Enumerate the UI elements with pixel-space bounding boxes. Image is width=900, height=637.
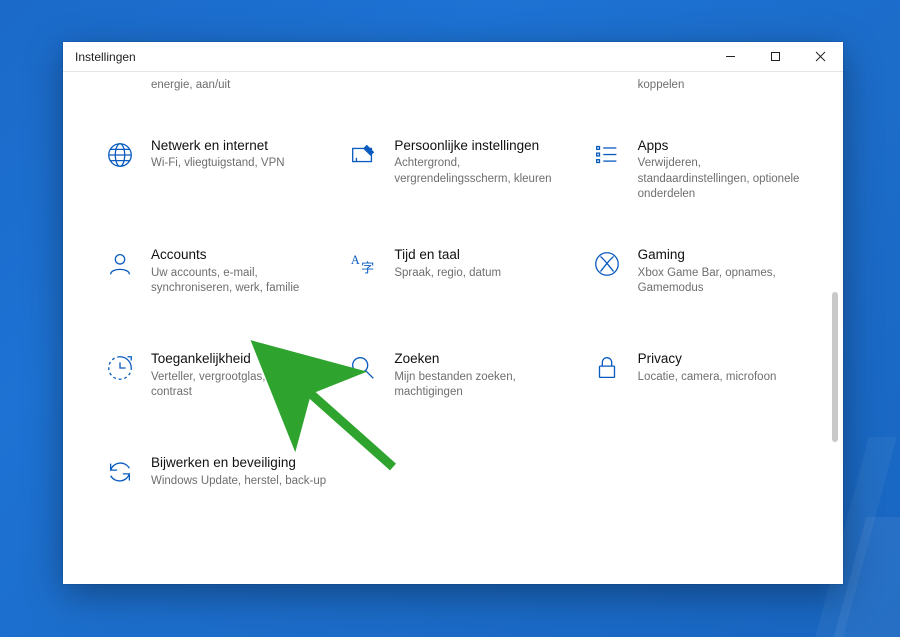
tile-desc: Verwijderen, standaardinstellingen, opti… bbox=[638, 156, 815, 203]
globe-icon bbox=[103, 138, 137, 172]
minimize-button[interactable] bbox=[708, 42, 753, 72]
tile-desc: Locatie, camera, microfoon bbox=[638, 370, 777, 386]
maximize-button[interactable] bbox=[753, 42, 798, 72]
scrollbar-track[interactable] bbox=[833, 82, 841, 574]
tile-title: Tijd en taal bbox=[394, 247, 501, 264]
desktop-background: Instellingen energie, aan/uit koppelen bbox=[0, 0, 900, 637]
partial-row: energie, aan/uit koppelen bbox=[103, 78, 815, 94]
tile-accounts[interactable]: Accounts Uw accounts, e-mail, synchronis… bbox=[103, 247, 328, 307]
tile-desc: Achtergrond, vergrendelingsscherm, kleur… bbox=[394, 156, 571, 187]
svg-text:字: 字 bbox=[361, 260, 374, 275]
window-title: Instellingen bbox=[63, 50, 708, 64]
tile-desc: Wi-Fi, vliegtuigstand, VPN bbox=[151, 156, 285, 172]
settings-content: energie, aan/uit koppelen Netwerk en int… bbox=[63, 72, 843, 584]
partial-phone-desc: koppelen bbox=[590, 78, 815, 94]
settings-window: Instellingen energie, aan/uit koppelen bbox=[63, 42, 843, 584]
tile-desc: Uw accounts, e-mail, synchroniseren, wer… bbox=[151, 266, 328, 297]
tile-personalization[interactable]: Persoonlijke instellingen Achtergrond, v… bbox=[346, 138, 571, 203]
tile-title: Apps bbox=[638, 138, 815, 155]
sync-icon bbox=[103, 455, 137, 489]
tile-search[interactable]: Zoeken Mijn bestanden zoeken, machtiging… bbox=[346, 351, 571, 411]
tile-privacy[interactable]: Privacy Locatie, camera, microfoon bbox=[590, 351, 815, 411]
tile-title: Bijwerken en beveiliging bbox=[151, 455, 326, 472]
language-icon: A字 bbox=[346, 247, 380, 281]
tile-network[interactable]: Netwerk en internet Wi-Fi, vliegtuigstan… bbox=[103, 138, 328, 203]
tile-update-security[interactable]: Bijwerken en beveiliging Windows Update,… bbox=[103, 455, 328, 515]
window-titlebar: Instellingen bbox=[63, 42, 843, 72]
close-button[interactable] bbox=[798, 42, 843, 72]
tile-title: Netwerk en internet bbox=[151, 138, 285, 155]
tile-ease-of-access[interactable]: Toegankelijkheid Verteller, vergrootglas… bbox=[103, 351, 328, 411]
tile-desc: Xbox Game Bar, opnames, Gamemodus bbox=[638, 266, 815, 297]
tile-time-language[interactable]: A字 Tijd en taal Spraak, regio, datum bbox=[346, 247, 571, 307]
tile-desc: Windows Update, herstel, back-up bbox=[151, 474, 326, 490]
search-icon bbox=[346, 351, 380, 385]
tile-apps[interactable]: Apps Verwijderen, standaardinstellingen,… bbox=[590, 138, 815, 203]
person-icon bbox=[103, 247, 137, 281]
tile-desc: Mijn bestanden zoeken, machtigingen bbox=[394, 370, 571, 401]
ease-of-access-icon bbox=[103, 351, 137, 385]
tile-title: Zoeken bbox=[394, 351, 571, 368]
tile-title: Toegankelijkheid bbox=[151, 351, 328, 368]
tile-desc: Spraak, regio, datum bbox=[394, 266, 501, 282]
tile-title: Persoonlijke instellingen bbox=[394, 138, 571, 155]
tile-title: Privacy bbox=[638, 351, 777, 368]
svg-text:A: A bbox=[351, 253, 360, 267]
apps-list-icon bbox=[590, 138, 624, 172]
partial-system-desc: energie, aan/uit bbox=[103, 78, 328, 94]
tile-title: Gaming bbox=[638, 247, 815, 264]
xbox-icon bbox=[590, 247, 624, 281]
tile-desc: Verteller, vergrootglas, hoog contrast bbox=[151, 370, 328, 401]
scrollbar-thumb[interactable] bbox=[832, 292, 838, 442]
tile-gaming[interactable]: Gaming Xbox Game Bar, opnames, Gamemodus bbox=[590, 247, 815, 307]
lock-icon bbox=[590, 351, 624, 385]
paintbrush-icon bbox=[346, 138, 380, 172]
tile-title: Accounts bbox=[151, 247, 328, 264]
